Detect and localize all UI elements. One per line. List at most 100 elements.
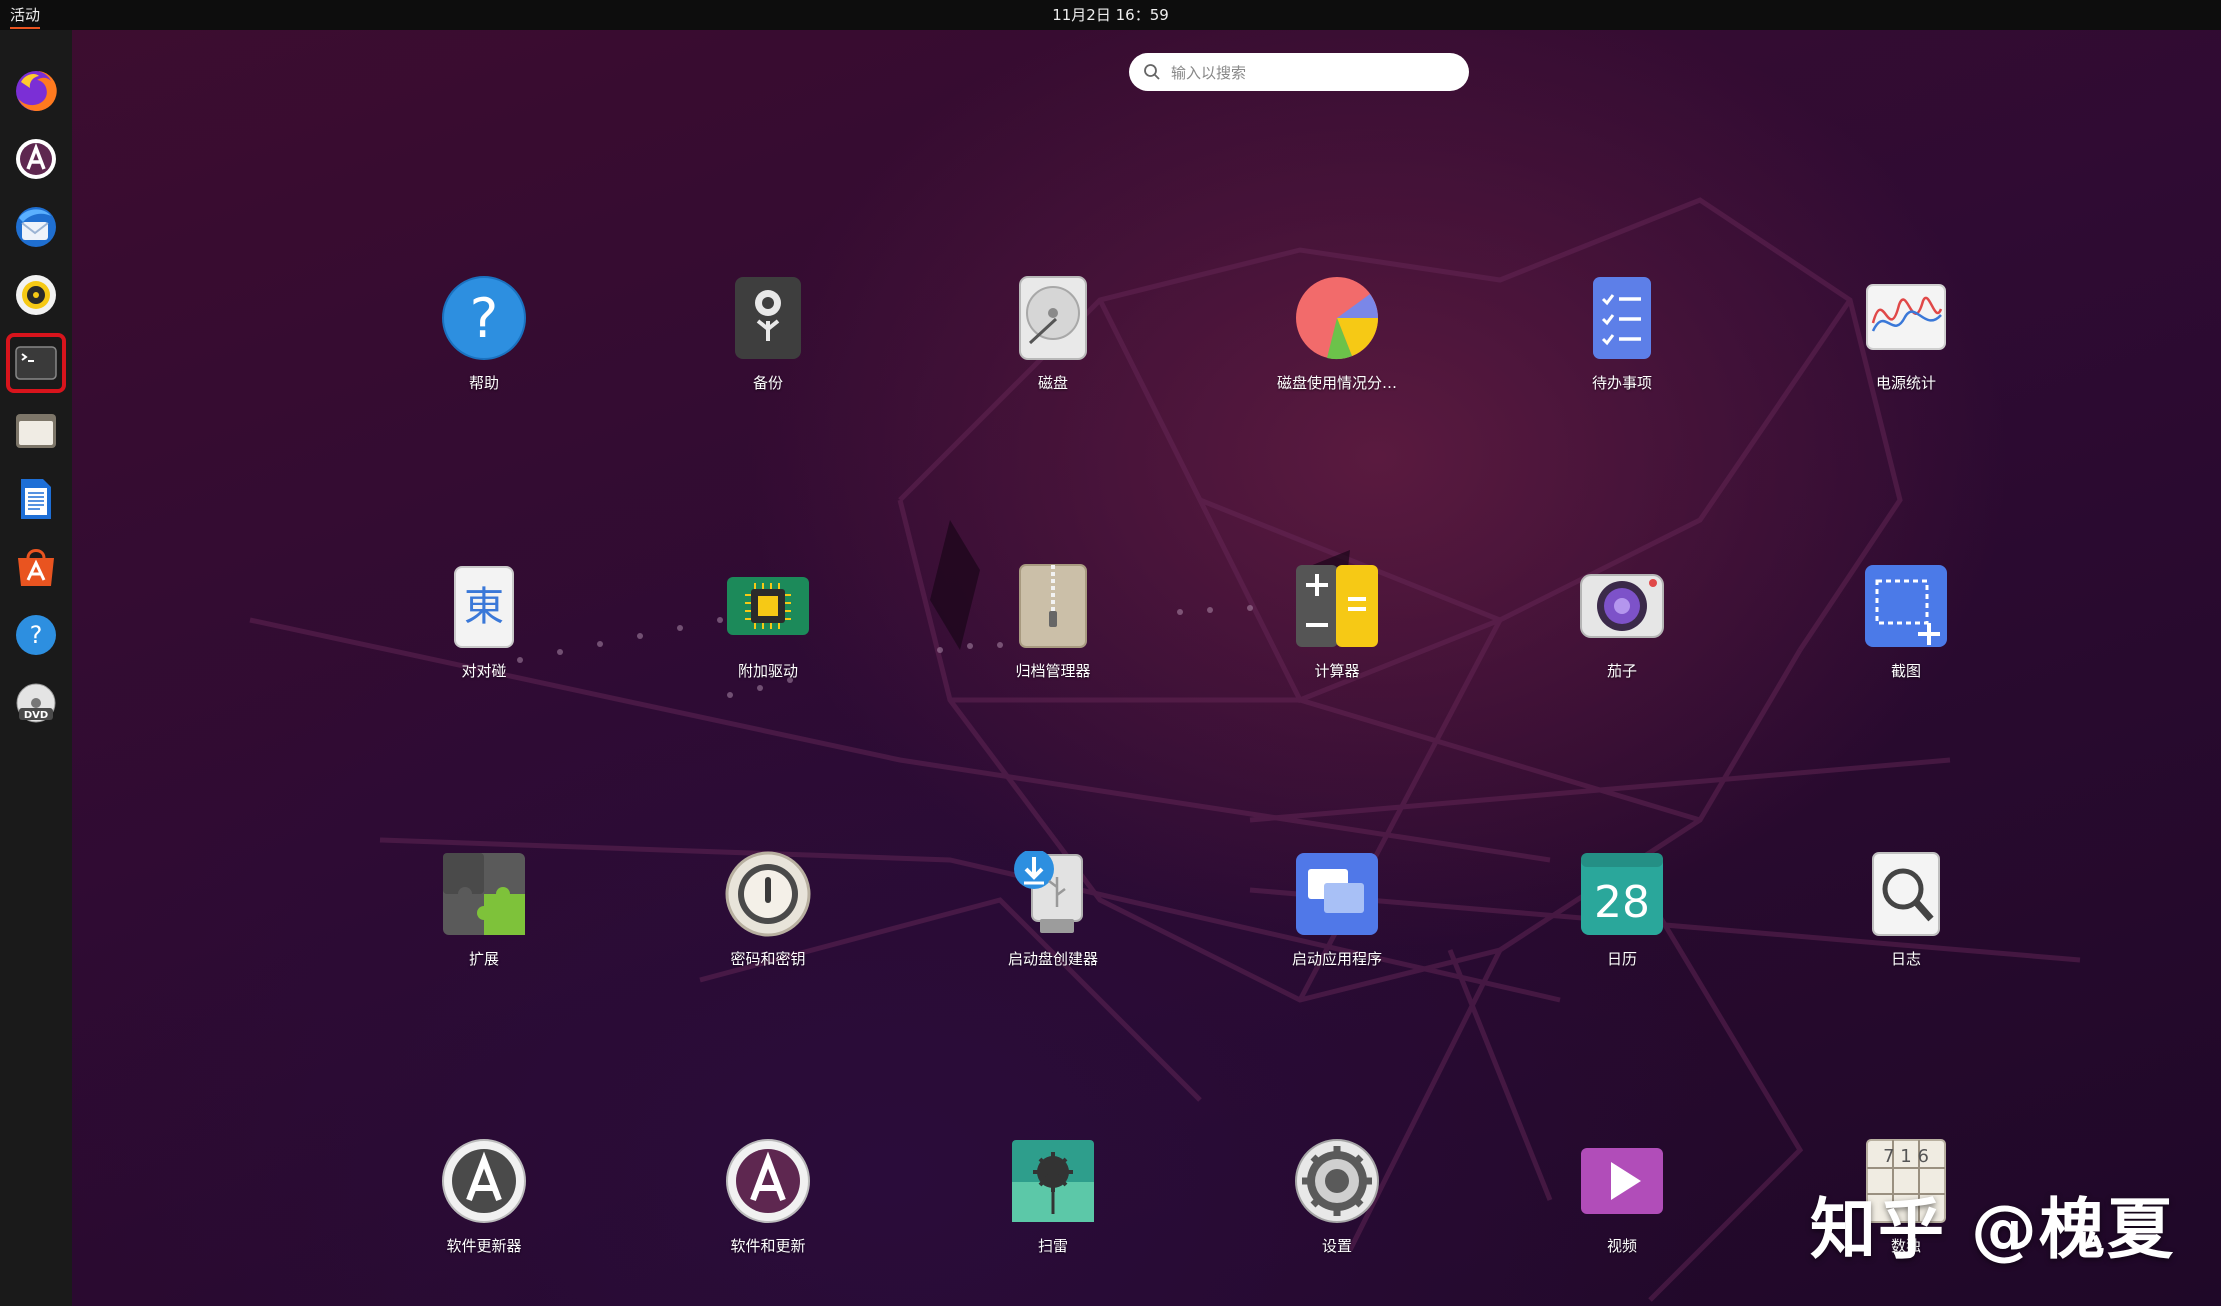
power-stats-icon xyxy=(1866,284,1946,350)
app-label: 磁盘使用情况分… xyxy=(1276,374,1397,392)
todo-icon xyxy=(1593,277,1651,359)
firefox-icon xyxy=(16,70,57,111)
app-label: 附加驱动 xyxy=(737,662,798,680)
app-label: 对对碰 xyxy=(461,662,507,680)
dock-thunderbird[interactable] xyxy=(10,201,62,253)
app-passwords[interactable]: 密码和密钥 xyxy=(668,851,868,1001)
app-cheese[interactable]: 茄子 xyxy=(1522,563,1722,713)
app-center-icon xyxy=(16,139,56,179)
help-icon: ? xyxy=(16,615,56,655)
app-label: 茄子 xyxy=(1606,662,1637,680)
dock-firefox[interactable] xyxy=(10,65,62,117)
search-input[interactable] xyxy=(1169,57,1453,89)
dock-help[interactable]: ? xyxy=(10,609,62,661)
svg-text:28: 28 xyxy=(1594,877,1650,928)
disk-usage-icon xyxy=(1296,277,1378,360)
startup-apps-icon xyxy=(1296,853,1378,935)
app-label: 计算器 xyxy=(1314,662,1360,680)
app-label: 启动应用程序 xyxy=(1291,950,1382,968)
dock-files[interactable] xyxy=(10,405,62,457)
app-label: 日志 xyxy=(1890,950,1921,968)
svg-text:東: 東 xyxy=(464,584,504,630)
dock-terminal[interactable] xyxy=(6,333,66,393)
svg-text:DVD: DVD xyxy=(24,710,48,721)
app-archive[interactable]: 归档管理器 xyxy=(953,563,1153,713)
app-label: 磁盘 xyxy=(1037,374,1068,392)
app-label: 备份 xyxy=(752,374,783,392)
app-logs[interactable]: 日志 xyxy=(1806,851,2006,1001)
app-label: 待办事项 xyxy=(1591,374,1652,392)
help-icon: ? xyxy=(442,276,526,360)
app-label: 启动盘创建器 xyxy=(1007,950,1098,968)
app-videos[interactable]: 视频 xyxy=(1522,1138,1722,1288)
app-label: 归档管理器 xyxy=(1015,662,1091,680)
app-label: 设置 xyxy=(1321,1237,1352,1255)
thunderbird-icon xyxy=(16,207,56,247)
app-disk-usage[interactable]: 磁盘使用情况分… xyxy=(1237,275,1437,425)
mahjongg-icon: 東 xyxy=(454,566,514,648)
settings-icon xyxy=(1295,1139,1379,1223)
app-extensions[interactable]: 扩展 xyxy=(384,851,584,1001)
videos-icon xyxy=(1581,1148,1663,1214)
svg-text:7 1 6: 7 1 6 xyxy=(1883,1146,1929,1167)
app-label: 电源统计 xyxy=(1875,374,1936,392)
files-icon xyxy=(16,414,56,448)
app-mines[interactable]: 扫雷 xyxy=(953,1138,1153,1288)
software-icon xyxy=(18,549,54,586)
dvd-icon: DVD xyxy=(16,683,56,723)
rhythmbox-icon xyxy=(16,275,56,315)
usb-creator-icon xyxy=(1014,851,1083,933)
dock: ? DVD xyxy=(0,30,72,1306)
app-label: 扩展 xyxy=(468,950,499,968)
app-settings[interactable]: 设置 xyxy=(1237,1138,1437,1288)
dock-app-center[interactable] xyxy=(10,133,62,185)
screenshot-icon xyxy=(1865,565,1947,647)
writer-icon xyxy=(21,479,51,519)
backup-icon xyxy=(735,277,801,359)
extensions-icon xyxy=(443,853,525,935)
app-disks[interactable]: 磁盘 xyxy=(953,275,1153,425)
dock-rhythmbox[interactable] xyxy=(10,269,62,321)
app-calculator[interactable]: 计算器 xyxy=(1237,563,1437,713)
clock[interactable]: 11月2日 16：59 xyxy=(0,5,2221,25)
cheese-icon xyxy=(1580,574,1664,638)
passwords-icon xyxy=(725,851,811,937)
app-mahjongg[interactable]: 東对对碰 xyxy=(384,563,584,713)
app-todo[interactable]: 待办事项 xyxy=(1522,275,1722,425)
dock-writer[interactable] xyxy=(10,473,62,525)
calculator-icon xyxy=(1296,565,1378,647)
software-updater-icon xyxy=(442,1139,526,1223)
disks-icon xyxy=(1019,276,1087,360)
app-software-updater[interactable]: 软件更新器 xyxy=(384,1138,584,1288)
svg-text:?: ? xyxy=(470,287,499,350)
svg-text:?: ? xyxy=(30,621,43,649)
archive-icon xyxy=(1019,564,1087,648)
app-help[interactable]: ? 帮助 xyxy=(384,275,584,425)
dock-dvd[interactable]: DVD xyxy=(10,677,62,729)
watermark: 知乎 @槐夏 xyxy=(1810,1191,2175,1268)
app-label: 软件和更新 xyxy=(730,1237,806,1255)
app-usb-creator[interactable]: 启动盘创建器 xyxy=(953,851,1153,1001)
app-label: 扫雷 xyxy=(1037,1237,1068,1255)
app-label: 软件更新器 xyxy=(446,1237,522,1255)
app-label: 视频 xyxy=(1606,1237,1637,1255)
app-label: 日历 xyxy=(1606,950,1637,968)
app-screenshot[interactable]: 截图 xyxy=(1806,563,2006,713)
app-backup[interactable]: 备份 xyxy=(668,275,868,425)
mines-icon xyxy=(1012,1140,1094,1222)
app-label: 密码和密钥 xyxy=(730,950,806,968)
app-power-stats[interactable]: 电源统计 xyxy=(1806,275,2006,425)
terminal-icon xyxy=(15,346,57,380)
search-box[interactable] xyxy=(1129,53,1469,91)
calendar-icon: 28 xyxy=(1581,853,1663,935)
app-label: 截图 xyxy=(1890,662,1921,680)
app-startup-apps[interactable]: 启动应用程序 xyxy=(1237,851,1437,1001)
app-calendar[interactable]: 28 日历 xyxy=(1522,851,1722,1001)
app-drivers[interactable]: 附加驱动 xyxy=(668,563,868,713)
app-software-updates[interactable]: 软件和更新 xyxy=(668,1138,868,1288)
dock-software[interactable] xyxy=(10,541,62,593)
search-icon xyxy=(1144,64,1160,80)
logs-icon xyxy=(1872,852,1940,936)
app-label: 帮助 xyxy=(468,374,499,392)
top-bar: 活动 11月2日 16：59 xyxy=(0,0,2221,30)
